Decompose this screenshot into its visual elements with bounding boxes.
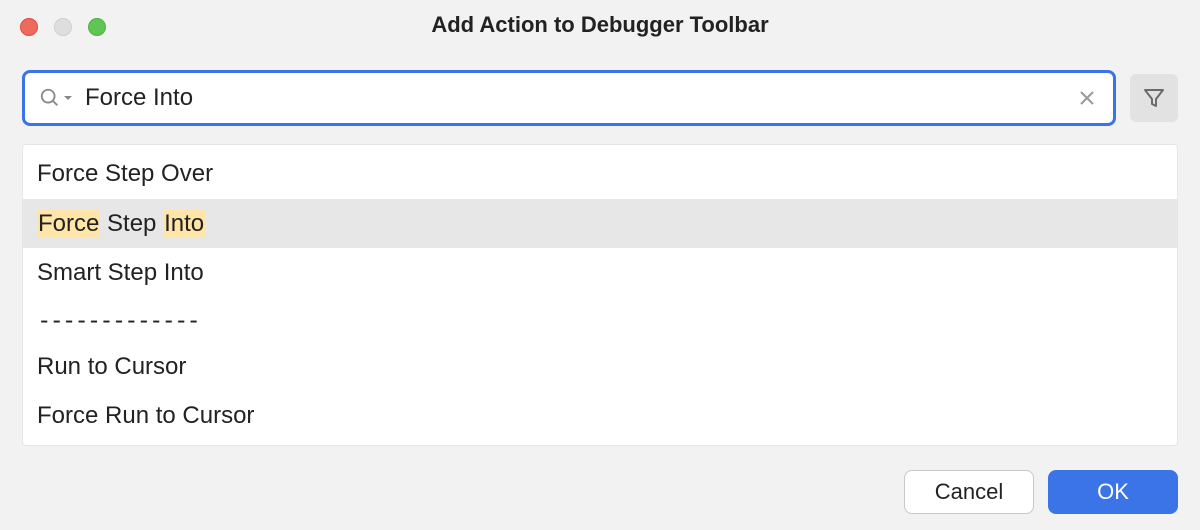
- search-input[interactable]: [85, 73, 1075, 123]
- minimize-window-button[interactable]: [54, 18, 72, 36]
- dialog-footer: Cancel OK: [904, 470, 1178, 514]
- results-list: Force Step Over Force Step Into Smart St…: [22, 144, 1178, 446]
- result-item[interactable]: Run to Cursor: [23, 342, 1177, 392]
- titlebar: Add Action to Debugger Toolbar: [0, 0, 1200, 50]
- cancel-button[interactable]: Cancel: [904, 470, 1034, 514]
- match-highlight: Into: [163, 210, 205, 237]
- results-separator: -------------: [23, 298, 1177, 342]
- result-item-selected[interactable]: Force Step Into: [23, 199, 1177, 249]
- match-highlight: Force: [37, 210, 100, 237]
- result-item[interactable]: Force Run to Cursor: [23, 391, 1177, 441]
- window-controls: [20, 18, 106, 36]
- search-icon[interactable]: [39, 87, 73, 109]
- result-item[interactable]: Smart Step Into: [23, 248, 1177, 298]
- window-title: Add Action to Debugger Toolbar: [0, 12, 1200, 38]
- search-row: [0, 50, 1200, 136]
- zoom-window-button[interactable]: [88, 18, 106, 36]
- clear-search-button[interactable]: [1075, 86, 1099, 110]
- filter-button[interactable]: [1130, 74, 1178, 122]
- result-item[interactable]: Force Step Over: [23, 149, 1177, 199]
- close-window-button[interactable]: [20, 18, 38, 36]
- ok-button[interactable]: OK: [1048, 470, 1178, 514]
- search-field-wrapper[interactable]: [22, 70, 1116, 126]
